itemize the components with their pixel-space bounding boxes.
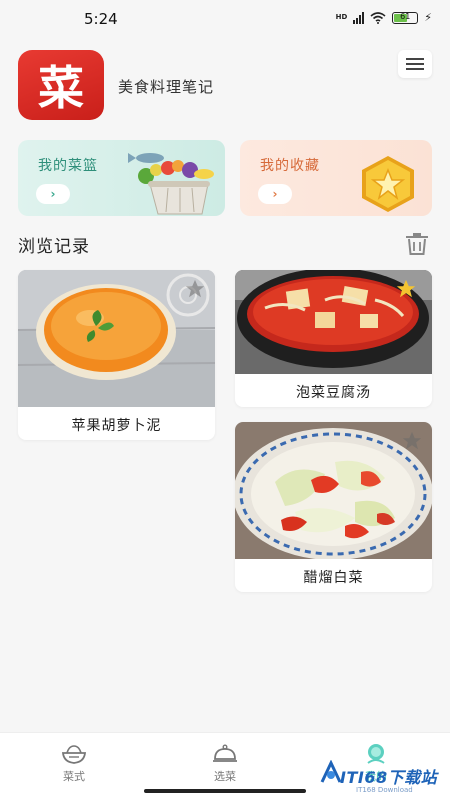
- battery-icon: 61: [392, 11, 419, 24]
- site-watermark: ITI68下载站 IT168 Download: [318, 758, 450, 798]
- vegetable-basket-icon: [128, 153, 214, 215]
- watermark-text: ITI68下载站: [340, 768, 438, 787]
- app-logo-char: 菜: [38, 61, 84, 115]
- battery-level: 61: [400, 11, 411, 21]
- cellular-signal-icon: [353, 11, 365, 24]
- home-indicator: [144, 789, 306, 793]
- hd-signal-icon: HD: [335, 13, 348, 21]
- app-logo: 菜: [18, 50, 104, 120]
- favorite-star-icon[interactable]: [395, 278, 417, 300]
- favorite-star-icon[interactable]: [184, 278, 206, 300]
- bowl-icon: [61, 745, 87, 764]
- my-basket-arrow-button[interactable]: ›: [36, 184, 70, 204]
- history-title: 浏览记录: [18, 237, 90, 257]
- trash-icon[interactable]: [404, 233, 430, 255]
- recipe-name: 苹果胡萝卜泥: [71, 418, 162, 434]
- recipe-name: 泡菜豆腐汤: [296, 385, 371, 401]
- wifi-icon: [370, 11, 386, 24]
- app-header: 菜 美食料理笔记: [18, 50, 432, 120]
- status-time: 5:24: [84, 10, 118, 28]
- menu-button[interactable]: [398, 50, 432, 78]
- status-icons: HD 61 ⚡: [336, 11, 432, 24]
- my-favorites-arrow-button[interactable]: ›: [258, 184, 292, 204]
- status-bar: 5:24 HD 61 ⚡: [0, 0, 450, 38]
- app-title: 美食料理笔记: [118, 78, 215, 96]
- my-basket-label: 我的菜篮: [38, 158, 98, 174]
- tab-choose-dish-label: 选菜: [214, 770, 236, 783]
- favorite-star-icon[interactable]: [401, 430, 423, 452]
- history-card-kimchi-soup[interactable]: 泡菜豆腐汤: [235, 270, 432, 407]
- history-card-vinegar-cabbage[interactable]: 醋熘白菜: [235, 422, 432, 592]
- cloche-icon: [213, 744, 237, 762]
- gold-star-badge-icon: [362, 156, 414, 212]
- my-favorites-card[interactable]: 我的收藏 ›: [240, 140, 432, 216]
- my-favorites-label: 我的收藏: [260, 158, 320, 174]
- hamburger-menu-icon: [406, 58, 424, 70]
- recipe-name: 醋熘白菜: [303, 570, 364, 586]
- tab-dishes-label: 菜式: [63, 770, 85, 783]
- history-card-carrot-puree[interactable]: 苹果胡萝卜泥: [18, 270, 215, 440]
- watermark-subtext: IT168 Download: [356, 786, 413, 794]
- tab-choose-dish[interactable]: 选菜: [185, 743, 265, 784]
- charging-bolt-icon: ⚡: [424, 11, 432, 24]
- my-basket-card[interactable]: 我的菜篮 ›: [18, 140, 225, 216]
- tab-dishes[interactable]: 菜式: [34, 743, 114, 784]
